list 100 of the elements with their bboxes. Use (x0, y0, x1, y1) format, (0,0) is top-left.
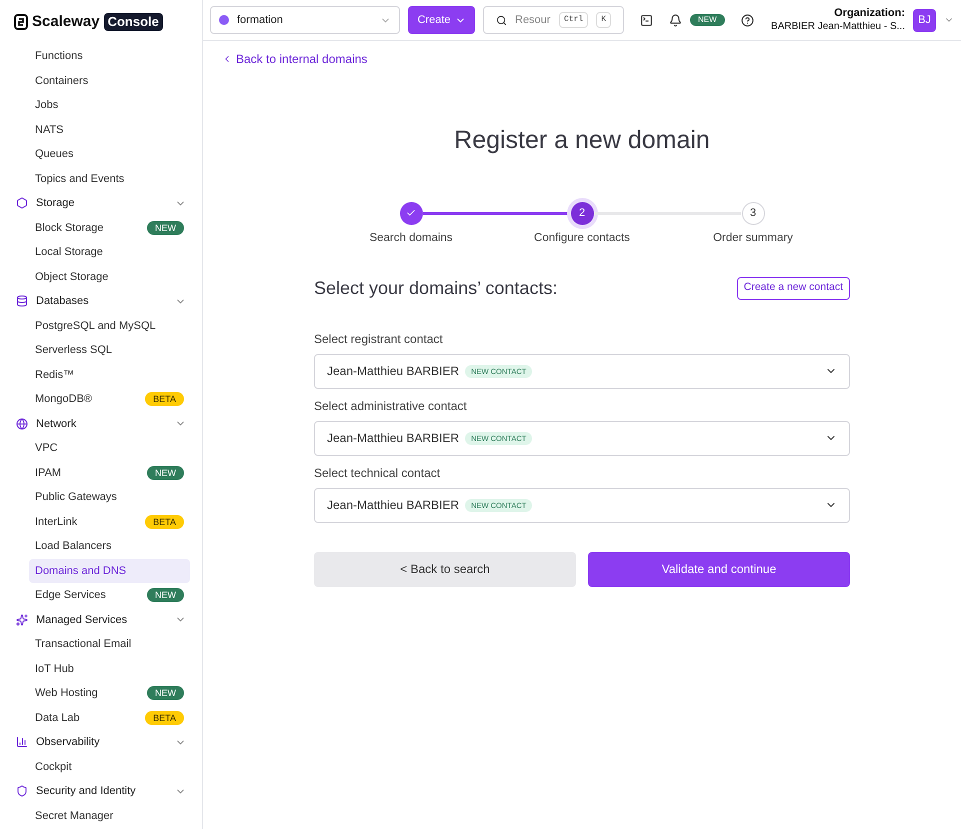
section-label: Network (36, 416, 78, 432)
step-label: Search domains (369, 230, 453, 246)
item-label: Object Storage (35, 270, 110, 284)
item-label: VPC (35, 441, 59, 456)
section-icon (16, 295, 28, 308)
sidebar-item[interactable]: Transactional Email (29, 632, 190, 656)
back-link[interactable]: Back to internal domains (222, 50, 368, 68)
status-badge: NEW (147, 466, 184, 480)
product-badge: Console (104, 13, 163, 31)
sidebar-section[interactable]: Observability (0, 730, 202, 754)
search-icon (496, 14, 507, 26)
status-badge: NEW (147, 686, 184, 700)
sidebar-item[interactable]: Domains and DNS (29, 558, 190, 583)
brand-name: Scaleway (32, 12, 100, 32)
section-label: Databases (36, 294, 90, 309)
item-label: IoT Hub (35, 662, 75, 676)
sidebar-section[interactable]: Managed Services (0, 608, 202, 632)
sidebar-section[interactable]: Databases (0, 289, 202, 314)
section-icon (16, 418, 28, 430)
sidebar-item[interactable]: IoT Hub (29, 656, 190, 681)
item-label: Cockpit (35, 760, 73, 774)
create-contact-button[interactable]: Create a new contact (736, 276, 850, 300)
sidebar-item[interactable]: PostgreSQL and MySQL (29, 314, 190, 338)
item-label: Edge Services (35, 588, 107, 603)
sidebar-item[interactable]: Redis™ (29, 362, 190, 387)
sidebar-item[interactable]: Topics and Events (29, 166, 190, 191)
field-label: Select technical contact (314, 466, 442, 480)
new-badge: NEW (690, 14, 725, 26)
item-label: Public Gateways (35, 490, 118, 505)
section-label: Managed Services (36, 612, 128, 628)
sidebar-section[interactable]: Storage (0, 191, 202, 216)
sidebar-section[interactable]: Security and Identity (0, 779, 202, 804)
item-label: Domains and DNS (35, 564, 128, 578)
status-badge: NEW (147, 220, 184, 235)
sidebar-item[interactable]: Block Storage NEW (29, 216, 190, 240)
item-label: Local Storage (35, 245, 104, 260)
select-value: Jean-Matthieu BARBIER (327, 363, 460, 380)
sidebar-item[interactable]: Secret Manager (29, 804, 190, 828)
sidebar-item[interactable]: NATS (29, 118, 190, 142)
sidebar-item[interactable]: Jobs (29, 93, 190, 118)
sidebar-item[interactable]: MongoDB® BETA (29, 387, 190, 412)
terminal-icon[interactable] (640, 14, 653, 26)
section-label: Storage (36, 196, 76, 211)
section-icon (16, 614, 28, 626)
project-select[interactable]: formation (210, 6, 400, 34)
key-hint: K (596, 12, 611, 28)
project-name: formation (237, 12, 284, 28)
item-label: Containers (35, 74, 90, 88)
item-label: Secret Manager (35, 808, 114, 824)
status-badge: BETA (145, 514, 184, 529)
item-label: InterLink (35, 514, 78, 530)
bell-icon[interactable] (669, 14, 682, 26)
sidebar-item[interactable]: IPAM NEW (29, 460, 190, 485)
sidebar-item[interactable]: Functions (29, 44, 190, 68)
status-badge: BETA (145, 710, 184, 725)
item-label: Block Storage (35, 220, 104, 236)
item-label: Topics and Events (35, 172, 126, 186)
select-value: Jean-Matthieu BARBIER (327, 430, 460, 448)
create-button[interactable]: Create (408, 6, 475, 34)
sidebar-item[interactable]: InterLink BETA (29, 510, 190, 534)
back-button[interactable]: < Back to search (314, 552, 576, 587)
sidebar-item[interactable]: VPC (29, 436, 190, 460)
item-label: Queues (35, 147, 75, 162)
sidebar-item[interactable]: Web Hosting NEW (29, 681, 190, 706)
help-icon[interactable] (740, 14, 754, 26)
item-label: MongoDB® (35, 392, 94, 407)
sidebar-item[interactable]: Data Lab BETA (29, 706, 190, 730)
sidebar-item[interactable]: Edge Services NEW (29, 583, 190, 608)
item-label: Serverless SQL (35, 343, 114, 358)
avatar[interactable]: BJ (913, 8, 936, 32)
sidebar-item[interactable]: Queues (29, 142, 190, 166)
status-badge: NEW (147, 588, 184, 602)
item-label: Web Hosting (35, 686, 99, 701)
item-label: Redis™ (35, 368, 76, 382)
search-placeholder: Resour (515, 12, 551, 28)
item-label: IPAM (35, 466, 62, 480)
search-field[interactable]: Resour Ctrl K (483, 6, 624, 34)
sidebar-item[interactable]: Load Balancers (29, 534, 190, 558)
status-badge: BETA (145, 392, 184, 406)
sidebar-item[interactable]: Public Gateways (29, 485, 190, 510)
section-icon (16, 197, 28, 210)
sidebar-item[interactable]: Local Storage (29, 240, 190, 264)
item-label: NATS (35, 122, 65, 138)
validate-button[interactable]: Validate and continue (588, 552, 850, 587)
section-icon (16, 785, 28, 798)
sidebar-item[interactable]: Cockpit (29, 754, 190, 779)
check-icon (406, 208, 416, 218)
sidebar-item[interactable]: Object Storage (29, 264, 190, 289)
section-label: Observability (36, 735, 101, 750)
section-title: Select your domains’ contacts: (314, 276, 558, 300)
sidebar-item[interactable]: Containers (29, 68, 190, 93)
key-hint: Ctrl (558, 12, 588, 28)
item-label: Load Balancers (35, 539, 112, 554)
step-label: Order summary (713, 230, 793, 246)
section-icon (16, 736, 28, 748)
step-label: Configure contacts (534, 230, 630, 246)
sidebar-item[interactable]: Serverless SQL (29, 338, 190, 362)
page-title: Register a new domain (453, 125, 711, 156)
sidebar-section[interactable]: Network (0, 412, 202, 436)
field-label: Select administrative contact (314, 398, 468, 413)
